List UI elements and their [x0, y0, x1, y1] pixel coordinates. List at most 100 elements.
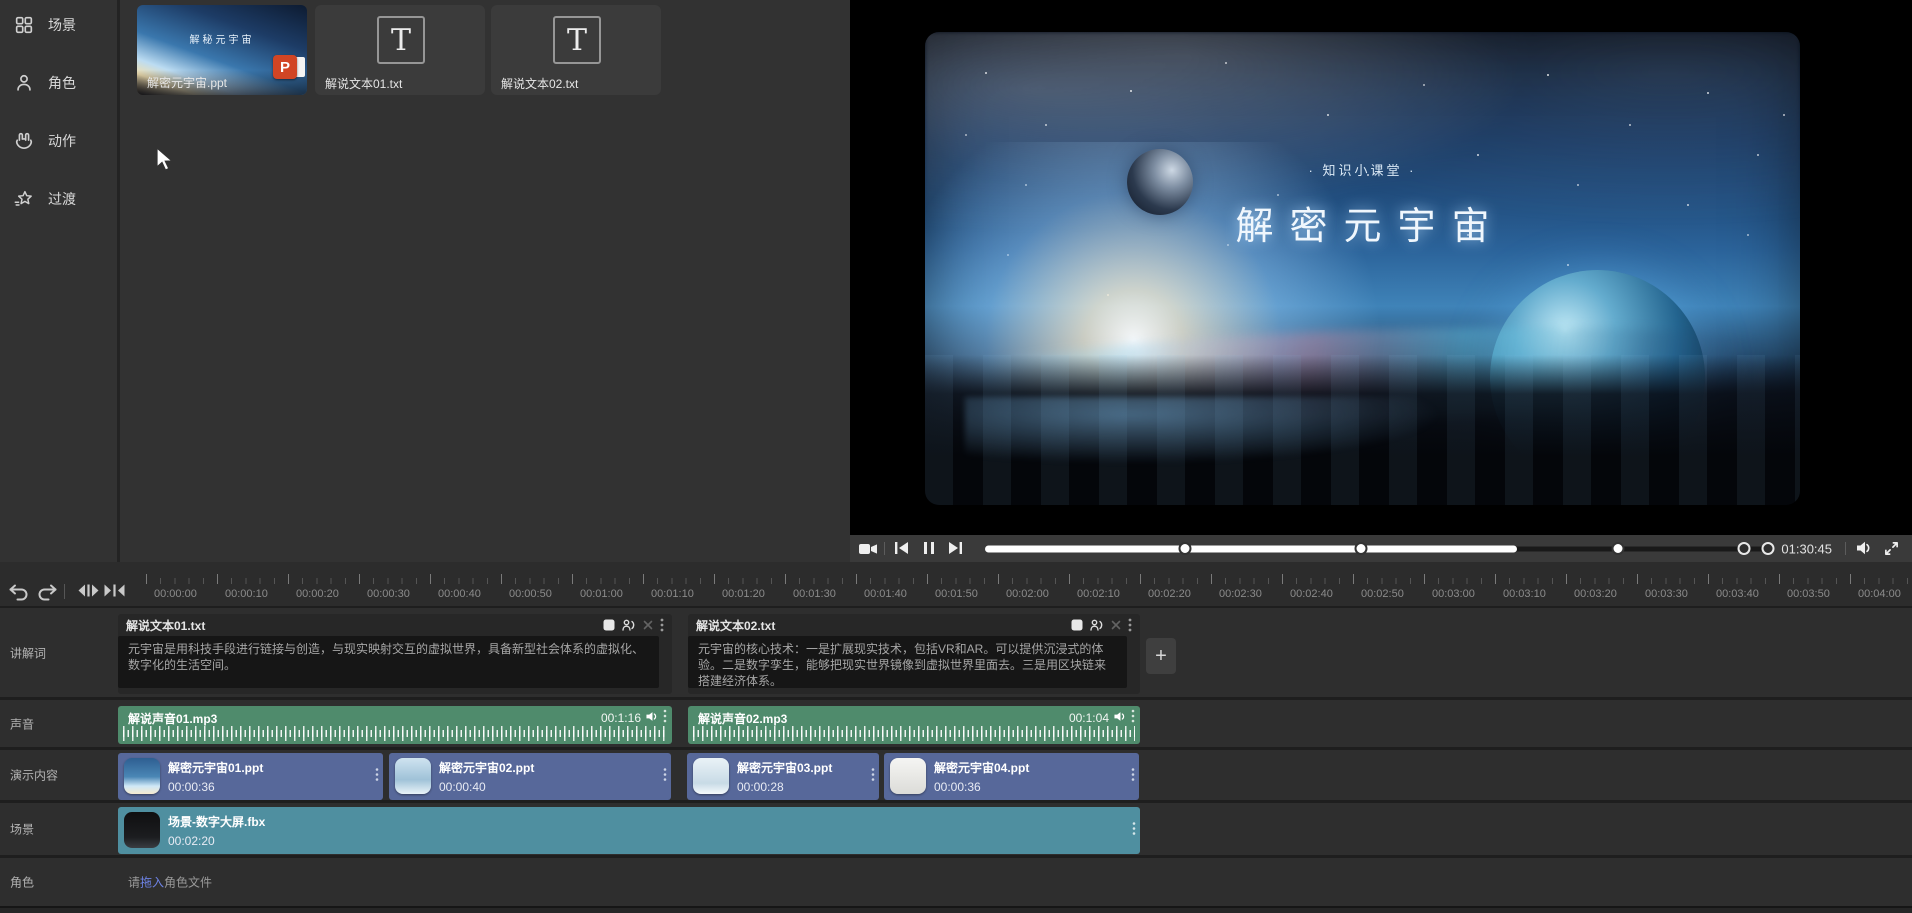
asset-panel: 解秘元宇宙 解密元宇宙.ppt P T 解说文本01.txt T 解说文本02.…	[120, 0, 850, 562]
stars	[925, 32, 927, 34]
clip-name: 解密元宇宙01.ppt	[168, 761, 264, 775]
ruler-label: 00:03:20	[1574, 588, 1617, 600]
note-icon[interactable]	[603, 619, 615, 631]
split-clip-button[interactable]	[78, 584, 100, 602]
transition-star-icon	[14, 190, 32, 206]
close-icon[interactable]	[643, 620, 653, 630]
segment-marker[interactable]	[1611, 541, 1625, 555]
ruler-label: 00:01:10	[651, 588, 694, 600]
scene-clip[interactable]: 场景-数字大屏.fbx 00:02:20	[118, 807, 1140, 854]
asset-tile-ppt[interactable]: 解秘元宇宙 解密元宇宙.ppt P	[137, 5, 307, 95]
ppt-clip[interactable]: 解密元宇宙02.ppt 00:00:40	[389, 753, 671, 800]
clip-name: 解密元宇宙02.ppt	[439, 761, 535, 775]
ruler-label: 00:01:00	[580, 588, 623, 600]
player-separator	[884, 542, 885, 555]
audio-clip[interactable]: 解说声音01.mp3 00:1:16	[118, 706, 672, 744]
narration-text: 元宇宙是用科技手段进行链接与创造，与现实映射交互的虚拟世界，具备新型社会体系的虚…	[118, 636, 659, 688]
ppt-clip[interactable]: 解密元宇宙03.ppt 00:00:28	[687, 753, 879, 800]
clip-thumbnail	[395, 758, 431, 794]
track-label: 讲解词	[10, 646, 47, 660]
more-icon[interactable]	[375, 767, 379, 786]
ruler-label: 00:02:20	[1148, 588, 1191, 600]
more-icon[interactable]	[871, 767, 875, 786]
track-label: 场景	[10, 822, 35, 837]
pause-button[interactable]	[922, 541, 942, 557]
ppt-clip[interactable]: 解密元宇宙04.ppt 00:00:36	[884, 753, 1139, 800]
prev-frame-button[interactable]	[894, 541, 914, 557]
clip-thumbnail	[124, 812, 160, 848]
voice-icon[interactable]	[622, 619, 636, 631]
more-icon[interactable]	[663, 709, 667, 726]
clip-name: 解说文本02.txt	[696, 618, 776, 633]
segment-marker[interactable]	[1737, 541, 1751, 555]
clip-duration: 00:02:20	[168, 834, 215, 848]
ruler-label: 00:03:40	[1716, 588, 1759, 600]
volume-icon[interactable]	[1856, 541, 1876, 557]
track-narration: 讲解词 解说文本01.txt 元宇宙是用科技手段进行链接与创造，与现实映射交互的…	[0, 608, 1912, 700]
add-clip-button[interactable]: +	[1146, 638, 1176, 674]
seek-bar-progress	[985, 545, 1517, 552]
segment-marker[interactable]	[1761, 541, 1775, 555]
more-icon[interactable]	[1128, 618, 1132, 632]
segment-marker[interactable]	[1354, 541, 1368, 555]
clip-duration: 00:00:36	[934, 780, 981, 794]
ruler-label: 00:01:30	[793, 588, 836, 600]
sidebar-item-action[interactable]: 动作	[0, 124, 117, 158]
audio-waveform	[693, 726, 1135, 741]
narration-text: 元宇宙的核心技术：一是扩展现实技术，包括VR和AR。可以提供沉浸式的体验。二是数…	[688, 636, 1127, 688]
clip-name: 解密元宇宙03.ppt	[737, 761, 833, 775]
sidebar-item-transition[interactable]: 过渡	[0, 182, 117, 216]
track-role: 角色 请拖入角色文件	[0, 858, 1912, 906]
more-icon[interactable]	[660, 618, 664, 632]
drag-in-link[interactable]: 拖入	[140, 876, 164, 890]
narration-clip[interactable]: 解说文本01.txt 元宇宙是用科技手段进行链接与创造，与现实映射交互的虚拟世界…	[118, 614, 672, 694]
sidebar-item-label: 角色	[48, 75, 76, 91]
asset-tile-txt-01[interactable]: T 解说文本01.txt	[315, 5, 485, 95]
voice-icon[interactable]	[1090, 619, 1104, 631]
asset-thumb-caption: 解秘元宇宙	[189, 35, 255, 46]
audio-clip[interactable]: 解说声音02.mp3 00:1:04	[688, 706, 1140, 744]
toolbar-separator	[64, 584, 65, 599]
text-file-icon: T	[553, 16, 601, 64]
clip-duration: 00:1:16	[600, 710, 641, 725]
clip-name: 解密元宇宙04.ppt	[934, 761, 1030, 775]
ruler-label: 00:01:50	[935, 588, 978, 600]
note-icon[interactable]	[1071, 619, 1083, 631]
asset-name: 解说文本01.txt	[325, 77, 403, 91]
text-file-icon: T	[377, 16, 425, 64]
ruler-label: 00:00:20	[296, 588, 339, 600]
segment-marker[interactable]	[1178, 541, 1192, 555]
next-frame-button[interactable]	[947, 541, 967, 557]
ppt-clip[interactable]: 解密元宇宙01.ppt 00:00:36	[118, 753, 383, 800]
clip-thumbnail	[890, 758, 926, 794]
more-icon[interactable]	[1131, 709, 1135, 726]
camera-icon[interactable]	[858, 541, 878, 557]
clip-thumbnail	[124, 758, 160, 794]
close-icon[interactable]	[1111, 620, 1121, 630]
seek-bar[interactable]	[985, 541, 1775, 555]
asset-tile-txt-02[interactable]: T 解说文本02.txt	[491, 5, 661, 95]
more-icon[interactable]	[1131, 767, 1135, 786]
clip-duration: 00:1:04	[1068, 710, 1109, 725]
video-editor-app: 场景 角色 动作 过渡 解秘元宇宙 解密元宇宙.ppt P T 解说文本01.t…	[0, 0, 1912, 913]
sidebar-item-role[interactable]: 角色	[0, 66, 117, 100]
fullscreen-icon[interactable]	[1884, 541, 1904, 557]
ruler-label: 00:04:00	[1858, 588, 1901, 600]
ruler-label: 00:02:50	[1361, 588, 1404, 600]
clip-duration: 00:00:28	[737, 780, 784, 794]
clip-thumbnail	[693, 758, 729, 794]
role-hint-prefix: 请	[128, 875, 141, 890]
hand-gesture-icon	[15, 132, 33, 149]
more-icon[interactable]	[663, 767, 667, 786]
timeline-bottom-strip	[0, 906, 1912, 913]
join-clip-button[interactable]	[104, 584, 126, 602]
more-icon[interactable]	[1132, 821, 1136, 840]
redo-button[interactable]	[36, 584, 58, 602]
sidebar-item-label: 过渡	[48, 191, 76, 207]
speaker-icon[interactable]	[646, 711, 658, 725]
sidebar-item-scene[interactable]: 场景	[0, 8, 117, 42]
ruler-label: 00:02:00	[1006, 588, 1049, 600]
narration-clip[interactable]: 解说文本02.txt 元宇宙的核心技术：一是扩展现实技术，包括VR和AR。可以提…	[688, 614, 1140, 694]
speaker-icon[interactable]	[1114, 711, 1126, 725]
undo-button[interactable]	[8, 584, 30, 602]
